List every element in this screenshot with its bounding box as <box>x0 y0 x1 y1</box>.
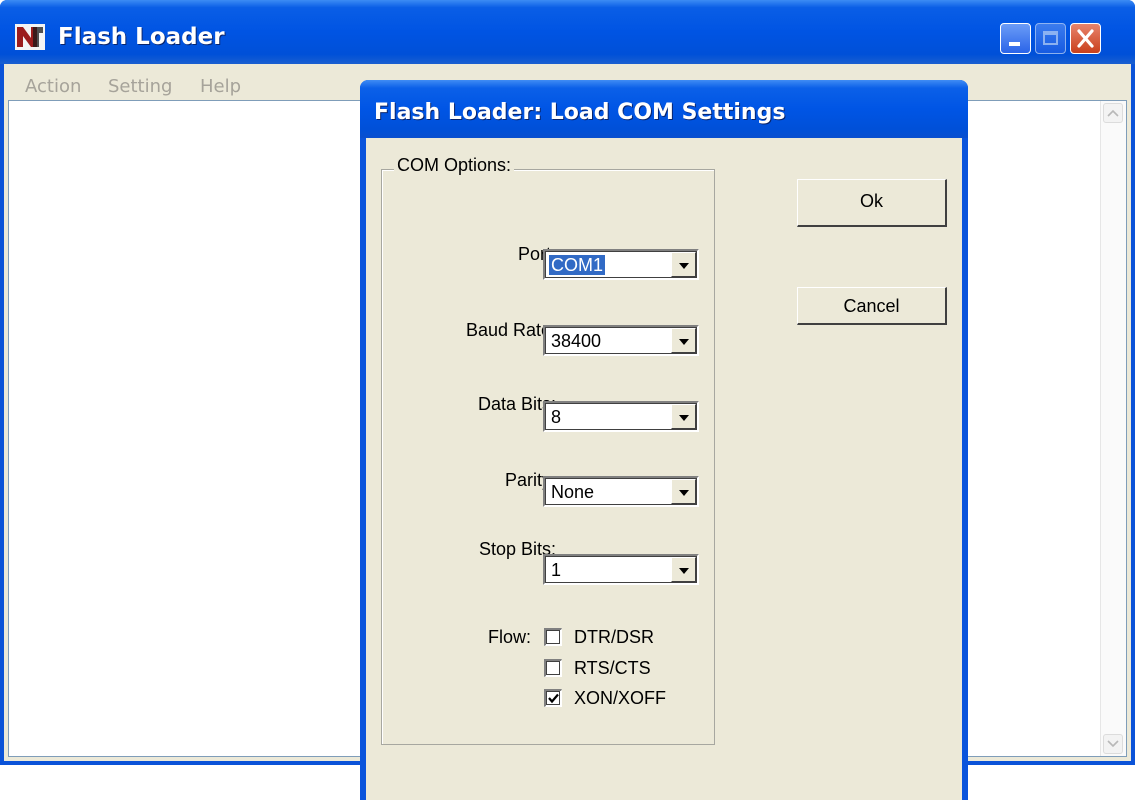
stop-bits-dropdown-button[interactable] <box>671 557 696 582</box>
parity-select[interactable]: None <box>543 476 699 507</box>
cancel-button[interactable]: Cancel <box>797 287 947 325</box>
scroll-up-icon <box>1107 109 1119 117</box>
data-bits-select[interactable]: 8 <box>543 401 699 432</box>
menu-setting[interactable]: Setting <box>108 76 172 97</box>
maximize-button[interactable] <box>1035 23 1066 54</box>
stop-bits-select[interactable]: 1 <box>543 554 699 585</box>
rts-cts-label: RTS/CTS <box>574 658 651 678</box>
baud-rate-dropdown-button[interactable] <box>671 328 696 353</box>
port-select[interactable]: COM1 <box>543 249 699 280</box>
scroll-up-button[interactable] <box>1103 103 1123 123</box>
minimize-icon <box>1009 42 1020 46</box>
cancel-button-label: Cancel <box>843 296 900 316</box>
close-button[interactable] <box>1070 23 1101 54</box>
dialog-client-area: Port: COM1 Baud Rate: 38400 Data Bits: 8 <box>366 138 962 800</box>
data-bits-value: 8 <box>551 407 562 427</box>
port-dropdown-button[interactable] <box>671 252 696 277</box>
menu-action[interactable]: Action <box>25 76 81 97</box>
parity-dropdown-button[interactable] <box>671 479 696 504</box>
dialog-title-bar[interactable]: Flash Loader: Load COM Settings <box>360 80 968 138</box>
close-icon <box>1071 24 1100 53</box>
data-bits-dropdown-button[interactable] <box>671 404 696 429</box>
dropdown-arrow-icon <box>679 339 689 345</box>
minimize-button[interactable] <box>1000 23 1031 54</box>
scroll-down-button[interactable] <box>1103 734 1123 754</box>
main-title-bar[interactable]: Flash Loader <box>0 0 1135 64</box>
ok-button-label: Ok <box>859 191 883 211</box>
com-options-label: COM Options: <box>394 155 515 176</box>
stop-bits-value: 1 <box>551 560 562 580</box>
com-settings-dialog: Flash Loader: Load COM Settings Port: CO… <box>360 80 968 800</box>
port-value: COM1 <box>547 254 607 276</box>
flow-label: Flow: <box>487 627 531 647</box>
xon-xoff-label: XON/XOFF <box>574 688 667 708</box>
dropdown-arrow-icon <box>679 263 689 269</box>
dtr-dsr-checkbox[interactable] <box>544 628 562 646</box>
checkmark-icon <box>548 693 559 704</box>
maximize-icon <box>1043 31 1058 45</box>
dropdown-arrow-icon <box>679 490 689 496</box>
app-logo-icon <box>15 24 45 50</box>
dropdown-arrow-icon <box>679 415 689 421</box>
com-options-group: Port: COM1 Baud Rate: 38400 Data Bits: 8 <box>381 169 715 745</box>
parity-value: None <box>551 482 595 502</box>
xon-xoff-checkbox[interactable] <box>544 689 562 707</box>
menu-help[interactable]: Help <box>200 76 241 97</box>
vertical-scrollbar[interactable] <box>1100 101 1126 756</box>
dtr-dsr-label: DTR/DSR <box>574 627 654 647</box>
rts-cts-checkbox[interactable] <box>544 659 562 677</box>
baud-rate-value: 38400 <box>551 331 602 351</box>
scroll-down-icon <box>1107 740 1119 748</box>
dropdown-arrow-icon <box>679 568 689 574</box>
ok-button[interactable]: Ok <box>797 179 947 227</box>
baud-rate-select[interactable]: 38400 <box>543 325 699 356</box>
app-title: Flash Loader <box>58 24 225 50</box>
dialog-title: Flash Loader: Load COM Settings <box>374 100 786 125</box>
